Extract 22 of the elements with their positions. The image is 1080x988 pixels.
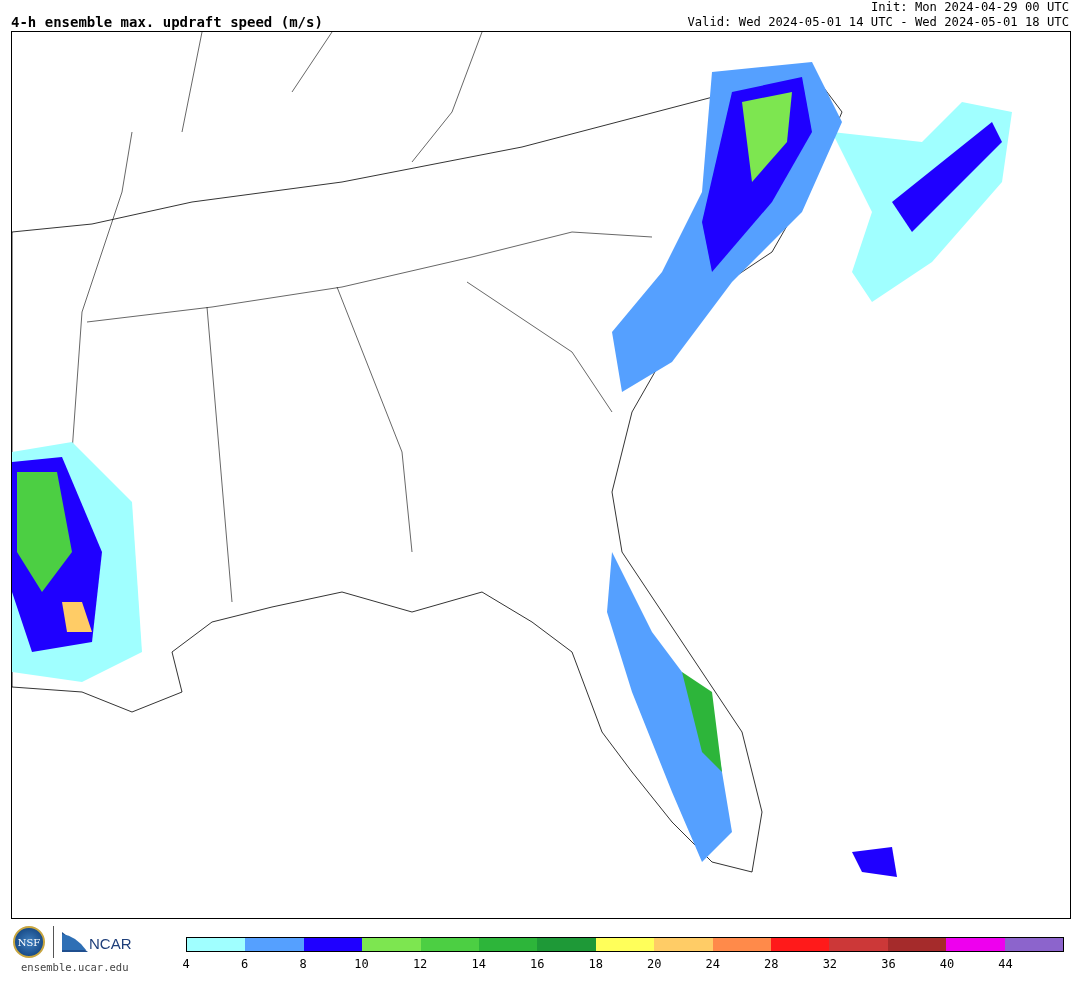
tick-label: 12	[412, 957, 428, 971]
site-address: ensemble.ucar.edu	[21, 961, 129, 973]
tick-label: 10	[354, 957, 369, 971]
chart-title: 4-h ensemble max. updraft speed (m/s)	[11, 14, 323, 30]
tick-label: 16	[529, 957, 545, 971]
tick-label: 44	[998, 957, 1013, 971]
tick-label: 14	[471, 957, 486, 971]
tick-label: 6	[240, 957, 249, 971]
tick-label: 32	[822, 957, 838, 971]
tick-label: 18	[588, 957, 603, 971]
tick-label: 36	[881, 957, 896, 971]
nsf-logo: NSF	[13, 926, 45, 958]
tick-label: 28	[764, 957, 779, 971]
valid-time: Valid: Wed 2024-05-01 14 UTC - Wed 2024-05-01 18 UTC	[687, 15, 1069, 30]
tick-label: 20	[647, 957, 662, 971]
tick-label: 8	[299, 957, 307, 971]
tick-label: 4	[182, 957, 190, 971]
init-time: Init: Mon 2024-04-29 00 UTC	[870, 0, 1069, 15]
ncar-logo-text: NCAR	[89, 935, 132, 952]
ncar-mark-icon	[62, 932, 88, 952]
tick-label: 40	[939, 957, 955, 971]
tick-label: 24	[705, 957, 720, 971]
